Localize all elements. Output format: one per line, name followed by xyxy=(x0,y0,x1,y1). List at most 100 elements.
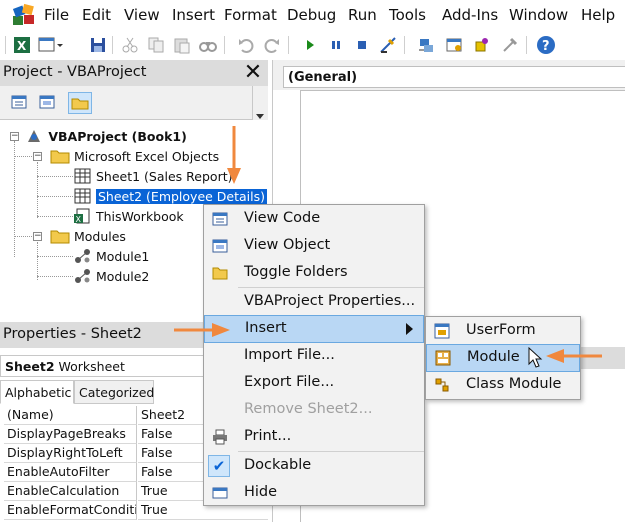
project-panel-toolbar xyxy=(0,86,268,120)
paste-icon[interactable] xyxy=(172,35,192,55)
toolbar-separator xyxy=(224,36,225,54)
stop-icon[interactable] xyxy=(352,35,372,55)
project-explorer-icon[interactable] xyxy=(416,35,436,55)
tree-node-sheet1-label: Sheet1 (Sales Report) xyxy=(95,169,233,184)
menu-item-userform[interactable]: UserForm xyxy=(426,318,580,344)
object-browser-icon[interactable] xyxy=(472,35,492,55)
collapse-excel-objects-toggle[interactable]: − xyxy=(33,152,42,161)
insert-object-icon[interactable] xyxy=(38,35,64,55)
cut-icon[interactable] xyxy=(120,35,140,55)
tree-node-root-label: VBAProject (Book1) xyxy=(48,129,187,144)
menu-item-hide[interactable]: Hide xyxy=(204,480,424,506)
tree-node-modules[interactable]: Modules xyxy=(50,228,126,244)
folder-icon xyxy=(50,230,70,244)
module-icon xyxy=(435,350,451,366)
menu-bar: File Edit View Insert Format Debug Run T… xyxy=(0,0,625,30)
tree-guide-line xyxy=(37,216,73,217)
annotation-arrow-icon xyxy=(546,349,602,363)
menu-item-label: Remove Sheet2... xyxy=(244,401,373,417)
tab-categorized-label: Categorized xyxy=(79,385,155,400)
close-icon[interactable]: ✕ xyxy=(242,62,264,84)
tree-guide-line xyxy=(37,242,38,280)
menu-item-label: Dockable xyxy=(244,457,312,473)
submenu-arrow-icon xyxy=(406,323,413,335)
view-code-icon[interactable] xyxy=(8,92,32,114)
printer-icon xyxy=(213,429,227,445)
menu-edit[interactable]: Edit xyxy=(82,6,111,24)
menu-debug[interactable]: Debug xyxy=(287,6,336,24)
menu-item-export-file[interactable]: Export File... xyxy=(204,370,424,396)
view-code-icon xyxy=(212,212,228,226)
menu-item-label: Import File... xyxy=(244,347,335,363)
property-name: (Name) xyxy=(4,406,137,425)
tree-guide-line xyxy=(37,276,73,277)
design-mode-icon[interactable] xyxy=(378,35,398,55)
menu-item-label: Toggle Folders xyxy=(244,264,348,280)
folder-icon xyxy=(50,150,70,164)
tab-categorized[interactable]: Categorized xyxy=(74,380,154,404)
view-object-icon[interactable] xyxy=(36,92,60,114)
run-icon[interactable] xyxy=(300,35,320,55)
toolbox-icon[interactable] xyxy=(500,35,520,55)
properties-object-type: Worksheet xyxy=(58,359,125,374)
collapse-root-toggle[interactable]: − xyxy=(10,132,19,141)
menu-item-dockable[interactable]: ✔ Dockable xyxy=(204,453,424,479)
vba-app-icon xyxy=(12,3,34,25)
tree-node-module1[interactable]: Module1 xyxy=(74,248,149,264)
help-icon[interactable]: ? xyxy=(536,35,556,55)
tree-node-thisworkbook-label: ThisWorkbook xyxy=(95,209,184,224)
property-name: DisplayPageBreaks xyxy=(4,425,137,444)
menu-item-view-code[interactable]: View Code xyxy=(204,206,424,232)
menu-file[interactable]: File xyxy=(44,6,69,24)
module-icon xyxy=(75,269,90,283)
annotation-arrow-icon xyxy=(174,323,230,337)
tree-node-sheet1[interactable]: Sheet1 (Sales Report) xyxy=(74,168,232,184)
menu-help[interactable]: Help xyxy=(581,6,615,24)
tree-node-modules-label: Modules xyxy=(73,229,126,244)
menu-add-ins[interactable]: Add-Ins xyxy=(442,6,498,24)
menu-item-insert[interactable]: Insert xyxy=(204,315,424,343)
menu-item-toggle-folders[interactable]: Toggle Folders xyxy=(204,260,424,286)
tree-guide-line xyxy=(14,156,32,157)
menu-item-import-file[interactable]: Import File... xyxy=(204,343,424,369)
toggle-folders-icon[interactable] xyxy=(68,92,92,114)
object-combo[interactable]: (General) xyxy=(283,66,625,88)
tree-node-root[interactable]: VBAProject (Book1) xyxy=(26,128,187,144)
properties-window-icon[interactable] xyxy=(444,35,464,55)
svg-text:?: ? xyxy=(542,39,550,54)
menu-item-class-module[interactable]: Class Module xyxy=(426,372,580,398)
menu-item-label: View Code xyxy=(244,210,321,226)
menu-insert[interactable]: Insert xyxy=(172,6,215,24)
menu-window[interactable]: Window xyxy=(509,6,568,24)
menu-item-project-properties[interactable]: VBAProject Properties... xyxy=(204,289,424,315)
property-name: EnableFormatConditions xyxy=(4,501,137,520)
tree-node-module2[interactable]: Module2 xyxy=(74,268,149,284)
undo-icon[interactable] xyxy=(236,35,256,55)
menu-tools[interactable]: Tools xyxy=(389,6,426,24)
tree-node-excel-objects[interactable]: Microsoft Excel Objects xyxy=(50,148,219,164)
svg-text:X: X xyxy=(76,215,82,224)
menu-view[interactable]: View xyxy=(124,6,160,24)
save-icon[interactable] xyxy=(88,35,108,55)
property-name: DisplayRightToLeft xyxy=(4,444,137,463)
scrollbar-up-arrow[interactable] xyxy=(252,86,268,120)
project-panel-title: Project - VBAProject ✕ xyxy=(0,60,268,86)
redo-icon[interactable] xyxy=(262,35,282,55)
find-icon[interactable] xyxy=(198,35,218,55)
menu-item-view-object[interactable]: View Object xyxy=(204,233,424,259)
menu-format[interactable]: Format xyxy=(224,6,277,24)
pause-icon[interactable] xyxy=(326,35,346,55)
tab-alphabetic[interactable]: Alphabetic xyxy=(0,380,74,404)
tree-node-excel-objects-label: Microsoft Excel Objects xyxy=(73,149,220,164)
menu-item-label: UserForm xyxy=(466,322,536,338)
tree-node-sheet2[interactable]: Sheet2 (Employee Details) xyxy=(74,188,268,204)
worksheet-icon xyxy=(74,188,91,204)
property-name: EnableCalculation xyxy=(4,482,137,501)
menu-item-print[interactable]: Print... xyxy=(204,424,424,450)
menu-item-label: VBAProject Properties... xyxy=(244,293,416,309)
tree-node-thisworkbook[interactable]: X ThisWorkbook xyxy=(74,208,184,224)
collapse-modules-toggle[interactable]: − xyxy=(33,232,42,241)
copy-icon[interactable] xyxy=(146,35,166,55)
excel-view-icon[interactable]: X xyxy=(12,35,32,55)
menu-run[interactable]: Run xyxy=(348,6,377,24)
